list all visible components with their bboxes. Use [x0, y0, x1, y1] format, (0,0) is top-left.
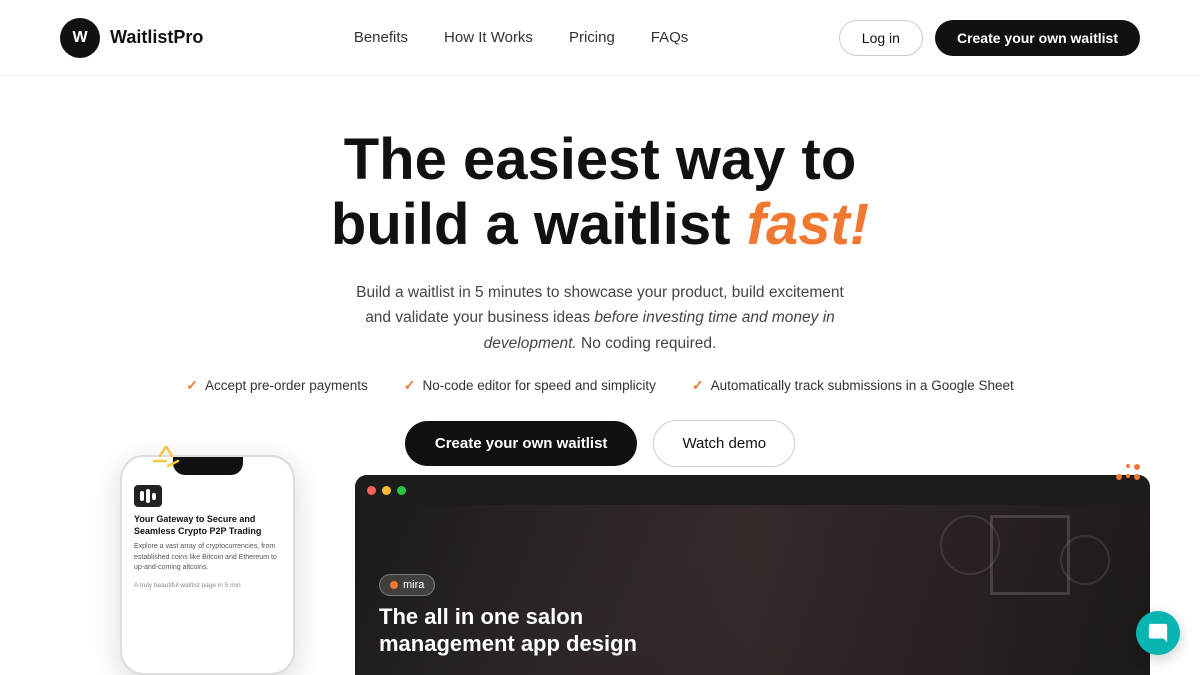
- logo-icon: W: [60, 18, 100, 58]
- hero-title-accent: fast!: [747, 192, 869, 257]
- login-button[interactable]: Log in: [839, 20, 923, 56]
- logo-letter: W: [72, 29, 87, 47]
- hero-title: The easiest way to build a waitlist fast…: [331, 128, 869, 258]
- chat-icon: [1147, 622, 1169, 644]
- bar-icon-3: [152, 493, 156, 500]
- cta-row: Create your own waitlist Watch demo: [405, 420, 795, 467]
- watch-demo-button[interactable]: Watch demo: [653, 420, 795, 467]
- browser-preview: mira The all in one salon management app…: [355, 475, 1150, 675]
- browser-overlay: mira The all in one salon management app…: [379, 574, 637, 657]
- browser-text-line2: management app design: [379, 631, 637, 656]
- browser-dot-red: [367, 486, 376, 495]
- nav-benefits[interactable]: Benefits: [354, 29, 408, 46]
- phone-mockup: Your Gateway to Secure and Seamless Cryp…: [120, 455, 295, 675]
- feature-3-text: Automatically track submissions in a Goo…: [711, 378, 1014, 393]
- sparkle-row-2: [1116, 474, 1140, 480]
- hero-title-line1: The easiest way to: [344, 127, 857, 192]
- browser-text-line1: The all in one salon: [379, 604, 583, 629]
- browser-bg: mira The all in one salon management app…: [355, 505, 1150, 675]
- phone-body: Explore a vast array of cryptocurrencies…: [134, 542, 281, 574]
- sdot-1: [1126, 464, 1130, 468]
- check-icon-2: ✓: [404, 377, 416, 394]
- hero-cta-button[interactable]: Create your own waitlist: [405, 421, 638, 466]
- sparkle-right-icon: [1116, 464, 1140, 480]
- hero-section: The easiest way to build a waitlist fast…: [0, 76, 1200, 467]
- nav-faqs[interactable]: FAQs: [651, 29, 689, 46]
- nav-how-it-works[interactable]: How It Works: [444, 29, 533, 46]
- features-row: ✓ Accept pre-order payments ✓ No-code ed…: [186, 377, 1014, 394]
- browser-content: mira The all in one salon management app…: [355, 505, 1150, 675]
- sparkle-dots: [1116, 464, 1140, 480]
- phone-title: Your Gateway to Secure and Seamless Cryp…: [134, 514, 281, 537]
- preview-area: Your Gateway to Secure and Seamless Cryp…: [0, 465, 1200, 675]
- browser-bar: [355, 475, 1150, 505]
- browser-dot-yellow: [382, 486, 391, 495]
- browser-big-text: The all in one salon management app desi…: [379, 604, 637, 657]
- browser-dot-green: [397, 486, 406, 495]
- bar-icon-2: [146, 489, 150, 503]
- phone-footer: A truly beautiful waitlist page in 5 min: [134, 582, 281, 589]
- nav-cta-button[interactable]: Create your own waitlist: [935, 20, 1140, 56]
- feature-3: ✓ Automatically track submissions in a G…: [692, 377, 1014, 394]
- sdot-5: [1134, 474, 1140, 480]
- check-icon-1: ✓: [186, 377, 198, 394]
- navbar: W WaitlistPro Benefits How It Works Pric…: [0, 0, 1200, 76]
- brand-badge: mira: [379, 574, 435, 596]
- feature-1-text: Accept pre-order payments: [205, 378, 368, 393]
- sparkle-left-icon: [148, 446, 184, 480]
- logo[interactable]: W WaitlistPro: [60, 18, 203, 58]
- phone-app-icon: [134, 485, 162, 507]
- brand-name: WaitlistPro: [110, 27, 203, 48]
- bar-icon-1: [140, 491, 144, 501]
- brand-dot: [390, 581, 398, 589]
- nav-links: Benefits How It Works Pricing FAQs: [354, 29, 688, 46]
- sparkle-row-1: [1126, 464, 1140, 470]
- feature-2: ✓ No-code editor for speed and simplicit…: [404, 377, 656, 394]
- feature-1: ✓ Accept pre-order payments: [186, 377, 368, 394]
- feature-2-text: No-code editor for speed and simplicity: [423, 378, 656, 393]
- nav-actions: Log in Create your own waitlist: [839, 20, 1140, 56]
- check-icon-3: ✓: [692, 377, 704, 394]
- hero-subtitle-after: No coding required.: [577, 335, 717, 352]
- hero-subtitle: Build a waitlist in 5 minutes to showcas…: [350, 280, 850, 357]
- hero-title-line2: build a waitlist: [331, 192, 731, 257]
- nav-pricing[interactable]: Pricing: [569, 29, 615, 46]
- brand-badge-text: mira: [403, 579, 424, 591]
- chat-button[interactable]: [1136, 611, 1180, 655]
- sdot-4: [1126, 474, 1130, 478]
- phone-content: Your Gateway to Secure and Seamless Cryp…: [122, 475, 293, 599]
- sdot-3: [1116, 474, 1122, 480]
- sdot-2: [1134, 464, 1140, 470]
